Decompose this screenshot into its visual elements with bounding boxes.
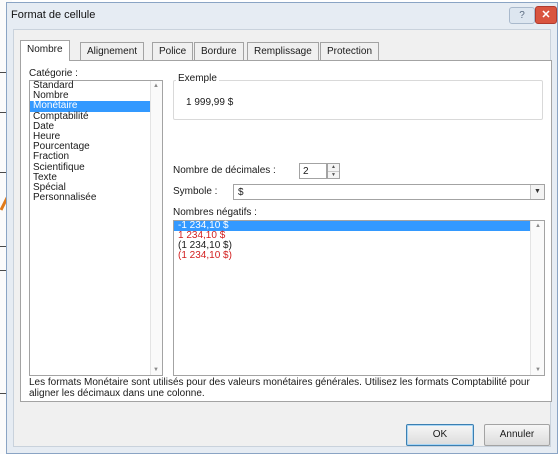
example-value: 1 999,99 $ <box>186 97 234 108</box>
ok-button[interactable]: OK <box>406 424 474 446</box>
tab-nombre[interactable]: Nombre <box>20 40 70 61</box>
negative-numbers-list[interactable]: -1 234,10 $1 234,10 $ (1 234,10 $) (1 234,… <box>173 220 545 376</box>
scroll-up-icon[interactable]: ▲ <box>153 83 159 89</box>
decimals-label: Nombre de décimales : <box>173 165 276 176</box>
category-scrollbar[interactable]: ▲ ▼ <box>150 81 162 375</box>
negative-format-item[interactable]: (1 234,10 $) <box>174 251 544 261</box>
spin-down-icon[interactable]: ▼ <box>328 171 339 178</box>
spin-up-icon[interactable]: ▲ <box>328 164 339 171</box>
dropdown-arrow-icon[interactable]: ▼ <box>530 185 544 199</box>
example-label: Exemple <box>176 73 219 84</box>
decimals-spinner[interactable]: ▲ ▼ <box>327 163 340 179</box>
tab-protection[interactable]: Protection <box>320 42 380 60</box>
decimals-input[interactable]: 2 <box>299 163 327 179</box>
format-cells-dialog: Format de cellule ? ✕ Nombre Alignement … <box>6 2 558 454</box>
scroll-down-icon[interactable]: ▼ <box>153 367 159 373</box>
help-button[interactable]: ? <box>509 7 535 24</box>
title-bar: Format de cellule ? ✕ <box>7 3 557 29</box>
scroll-up-icon[interactable]: ▲ <box>535 223 541 229</box>
dialog-client: Nombre Alignement Police Bordure Remplis… <box>13 29 552 447</box>
tab-alignement[interactable]: Alignement <box>80 42 145 60</box>
format-description: Les formats Monétaire sont utilisés pour… <box>29 377 530 399</box>
category-list[interactable]: Standard Nombre Monétaire Comptabilité Date H… <box>29 80 163 376</box>
scroll-down-icon[interactable]: ▼ <box>535 367 541 373</box>
symbol-label: Symbole : <box>173 186 218 197</box>
tab-police[interactable]: Police <box>152 42 194 60</box>
negatives-label: Nombres négatifs : <box>173 207 257 218</box>
tab-panel-nombre: Catégorie : Standard Nombre Monétaire Compt… <box>20 60 552 402</box>
category-item[interactable]: Personnalisée <box>30 192 162 203</box>
symbol-value: $ <box>238 187 244 198</box>
tab-bordure[interactable]: Bordure <box>194 42 244 60</box>
negatives-scrollbar[interactable]: ▲ ▼ <box>530 221 544 375</box>
tab-remplissage[interactable]: Remplissage <box>247 42 319 60</box>
category-item[interactable]: Fraction <box>30 152 162 162</box>
symbol-select[interactable]: $ ▼ <box>233 184 545 200</box>
dialog-title: Format de cellule <box>11 9 96 21</box>
cancel-button[interactable]: Annuler <box>484 424 550 446</box>
close-button[interactable]: ✕ <box>535 6 557 24</box>
negative-format-item[interactable]: -1 234,10 $ <box>174 221 530 231</box>
category-label: Catégorie : <box>29 68 78 79</box>
